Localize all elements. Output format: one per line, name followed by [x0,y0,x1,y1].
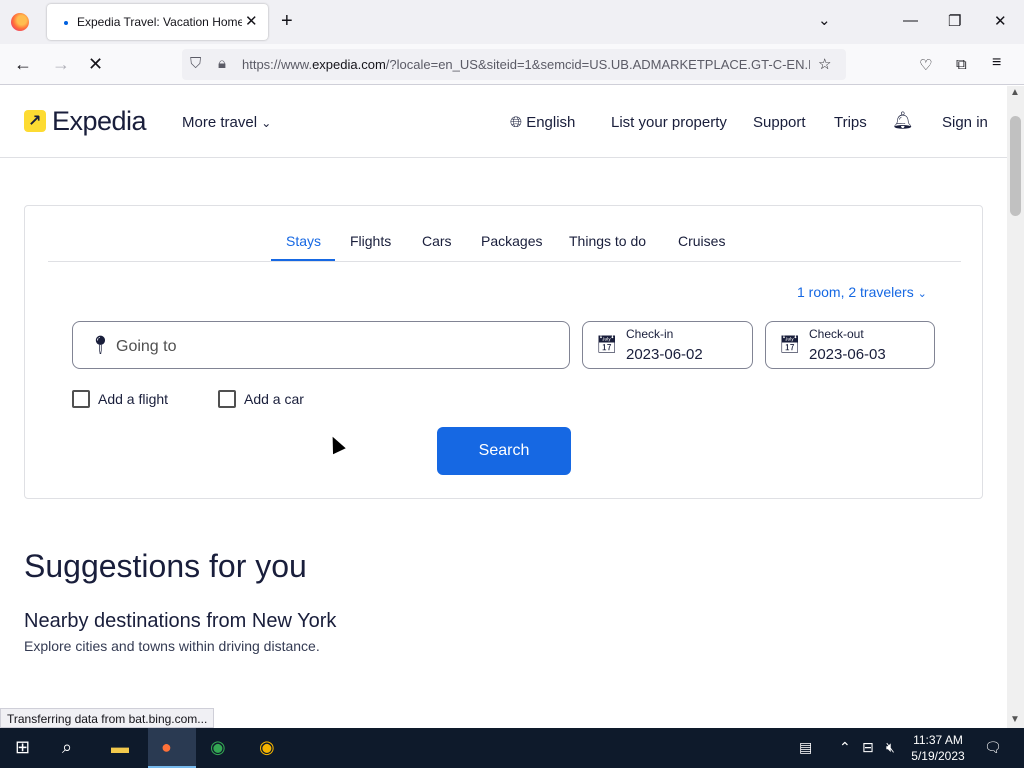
chrome-canary-icon: ◉ [259,737,275,757]
url-prefix: https://www. [242,57,313,72]
search-form-card: Stays Flights Cars Packages Things to do… [24,205,983,499]
taskbar-file-explorer[interactable]: ▬ [98,728,146,768]
checkin-value: 2023-06-02 [626,346,703,363]
expedia-logo-icon[interactable]: ↗ [24,110,46,132]
news-widget-icon[interactable]: ▤ [799,739,812,756]
chrome-icon: ◉ [210,737,226,757]
forward-icon[interactable]: → [52,54,70,75]
checkout-date-field[interactable]: 📅︎ Check-out 2023-06-03 [765,321,935,369]
close-tab-icon[interactable]: ✕ [245,12,258,30]
volume-muted-icon[interactable]: 🔇︎ [886,739,895,756]
firefox-icon[interactable] [11,13,29,31]
clock-time: 11:37 AM [913,733,963,747]
search-button[interactable]: Search [437,427,571,475]
support-link[interactable]: Support [753,114,806,131]
active-tab-indicator [271,259,335,261]
notification-center-icon[interactable]: 🗨︎ [984,739,1002,756]
trips-link[interactable]: Trips [834,114,867,131]
tab-packages[interactable]: Packages [481,233,542,249]
checkout-label: Check-out [809,327,864,341]
extensions-icon[interactable]: ⧉ [956,56,967,73]
checkin-label: Check-in [626,327,674,341]
shield-icon[interactable]: ⛉ [190,55,201,72]
tab-stays[interactable]: Stays [286,233,321,249]
add-flight-checkbox[interactable] [72,390,90,408]
browser-nav-bar: ← → ✕ ⛉ 🔒︎ https://www.expedia.com/?loca… [0,44,1024,85]
folder-icon: ▬ [111,737,129,757]
language-selector[interactable]: 🌐︎ English [510,114,575,131]
scroll-up-arrow-icon[interactable]: ▲ [1010,87,1020,98]
page-scrollbar[interactable]: ▲ ▼ [1007,86,1024,728]
tab-cruises[interactable]: Cruises [678,233,725,249]
calendar-icon: 📅︎ [779,335,801,354]
menu-icon[interactable]: ≡ [992,54,1001,72]
stop-loading-icon[interactable]: ✕ [88,54,103,75]
url-text[interactable]: https://www.expedia.com/?locale=en_US&si… [242,57,810,72]
windows-logo-icon: ⊞ [15,737,31,757]
browser-tab-bar: Expedia Travel: Vacation Homes, Hotels, … [0,0,1024,44]
destination-placeholder: Going to [116,338,177,355]
start-button[interactable]: ⊞ [0,728,48,768]
globe-icon: 🌐︎ [510,114,523,131]
network-icon[interactable]: ⊟ [862,739,874,756]
add-car-checkbox[interactable] [218,390,236,408]
taskbar-clock[interactable]: 11:37 AM 5/19/2023 [907,732,969,764]
minimize-icon[interactable]: — [903,12,918,29]
site-header: ↗ Expedia More travel ⌄ 🌐︎ English List … [0,86,1007,158]
bookmark-star-icon[interactable]: ☆ [818,55,831,73]
travelers-label: 1 room, 2 travelers [797,284,914,300]
search-icon: ⌕ [62,737,73,757]
search-tabs: Stays Flights Cars Packages Things to do… [48,206,961,262]
taskbar-chrome[interactable]: ◉ [197,728,245,768]
chevron-down-icon: ⌄ [261,116,272,130]
tray-chevron-up-icon[interactable]: ⌃ [839,739,851,756]
travelers-selector[interactable]: 1 room, 2 travelers ⌄ [797,284,927,300]
nearby-destinations-subtitle: Explore cities and towns within driving … [24,638,320,654]
restore-icon[interactable]: ❐ [948,12,961,30]
windows-taskbar: ⊞ ⌕ ▬ ● ◉ ◉ ▤ ⌃ ⊟ 🔇︎ 11:37 AM 5/19/2023 … [0,728,1024,768]
address-bar[interactable]: ⛉ 🔒︎ https://www.expedia.com/?locale=en_… [182,49,846,80]
page-content: ↗ Expedia More travel ⌄ 🌐︎ English List … [0,86,1007,728]
list-property-link[interactable]: List your property [611,114,727,131]
more-travel-label: More travel [182,114,258,131]
nearby-destinations-heading: Nearby destinations from New York [24,610,337,632]
tab-things-to-do[interactable]: Things to do [569,233,646,249]
checkout-value: 2023-06-03 [809,346,886,363]
map-pin-icon: 📍︎ [89,335,112,355]
status-bar: Transferring data from bat.bing.com... [0,708,215,728]
destination-input[interactable]: 📍︎ Going to [72,321,570,369]
scroll-down-arrow-icon[interactable]: ▼ [1010,714,1020,725]
url-domain: expedia.com [312,57,386,72]
browser-tab[interactable]: Expedia Travel: Vacation Homes, Hotels, … [47,4,268,40]
taskbar-firefox[interactable]: ● [148,728,196,768]
back-icon[interactable]: ← [14,54,32,75]
taskbar-search-button[interactable]: ⌕ [48,728,96,768]
suggestions-heading: Suggestions for you [24,548,307,584]
tab-list-chevron-icon[interactable]: ⌄ [818,11,831,29]
close-window-icon[interactable]: ✕ [994,12,1007,30]
sign-in-link[interactable]: Sign in [942,114,988,131]
calendar-icon: 📅︎ [596,335,618,354]
language-label: English [526,114,576,131]
chevron-down-icon: ⌄ [917,288,927,300]
checkin-date-field[interactable]: 📅︎ Check-in 2023-06-02 [582,321,753,369]
lock-icon[interactable]: 🔒︎ [218,55,226,72]
url-path: /?locale=en_US&siteid=1&semcid=US.UB.ADM… [385,57,810,72]
add-flight-label[interactable]: Add a flight [98,391,168,407]
clock-date: 5/19/2023 [911,749,965,763]
logo-arrow-icon: ↗ [28,113,42,130]
scrollbar-thumb[interactable] [1010,116,1021,216]
taskbar-chrome-canary[interactable]: ◉ [246,728,294,768]
tab-title: Expedia Travel: Vacation Homes, Hotels, … [77,15,242,29]
pocket-icon[interactable]: ♡ [919,56,932,74]
notification-bell-icon[interactable]: 🔔︎ [892,111,914,131]
tab-cars[interactable]: Cars [422,233,452,249]
tab-flights[interactable]: Flights [350,233,391,249]
add-car-label[interactable]: Add a car [244,391,304,407]
more-travel-menu[interactable]: More travel ⌄ [182,114,271,131]
loading-dot-icon [64,21,68,25]
new-tab-icon[interactable]: + [281,10,293,33]
logo-text[interactable]: Expedia [52,106,147,137]
firefox-icon: ● [161,737,172,757]
